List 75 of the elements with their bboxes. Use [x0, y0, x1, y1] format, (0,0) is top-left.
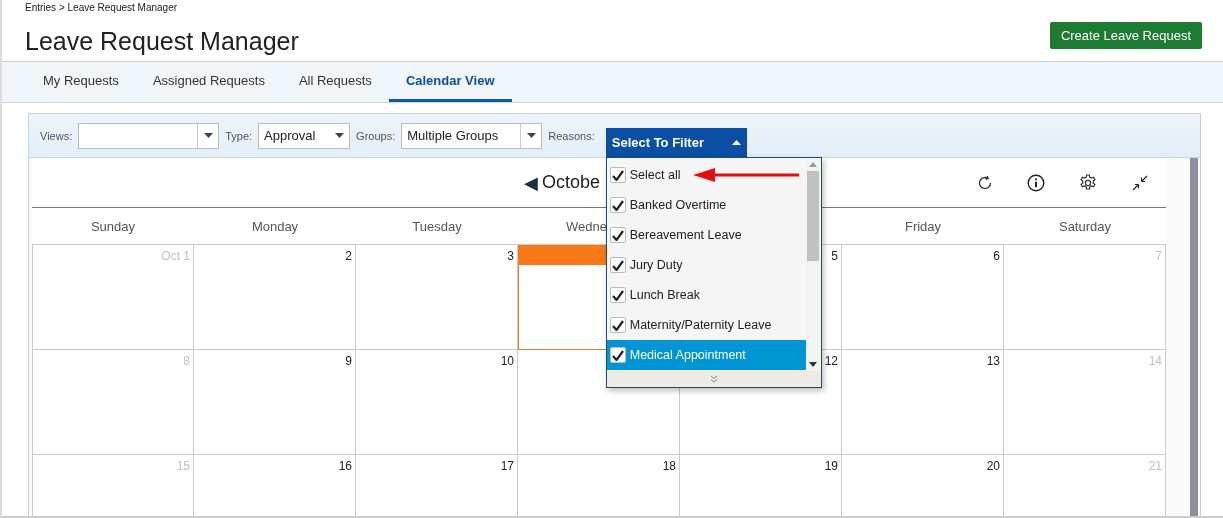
tab[interactable]: Assigned Requests: [135, 62, 282, 102]
checkbox[interactable]: [609, 167, 626, 183]
collapse-icon[interactable]: [1131, 173, 1149, 192]
weekday-label: Sunday: [90, 218, 136, 234]
filter-label: Groups:: [356, 129, 396, 142]
filter-label: Type:: [225, 129, 253, 142]
breadcrumb: Entries > Leave Request Manager: [25, 2, 179, 13]
weekday-label: Tuesday: [412, 218, 462, 234]
scroll-down-icon[interactable]: [809, 362, 818, 367]
caret-icon: [334, 133, 344, 138]
scroll-up-icon[interactable]: [809, 162, 818, 167]
day-number: 20: [986, 458, 1001, 473]
dropdown-field[interactable]: [78, 122, 220, 149]
day-number: 18: [662, 458, 677, 473]
day-number: 15: [176, 458, 191, 473]
checkbox[interactable]: [609, 197, 626, 213]
create-leave-request-button[interactable]: Create Leave Request: [1049, 22, 1202, 49]
check-icon: [611, 229, 624, 241]
day-number: 17: [500, 458, 515, 473]
checkbox[interactable]: [609, 317, 626, 333]
weekday-label: Friday: [904, 218, 942, 234]
scrollbar[interactable]: [1190, 158, 1198, 516]
checkbox[interactable]: [609, 347, 626, 363]
settings-icon[interactable]: [1079, 173, 1097, 192]
day-number: 8: [183, 353, 191, 368]
check-icon: [611, 259, 624, 271]
tab[interactable]: All Requests: [281, 62, 389, 102]
reason-option[interactable]: Jury Duty: [606, 250, 806, 280]
caret-icon: [526, 133, 536, 138]
info-icon[interactable]: [1027, 173, 1045, 192]
reason-option[interactable]: Select all: [606, 160, 806, 190]
filter-label: Reasons:: [548, 129, 595, 142]
expand-icon[interactable]: [709, 375, 718, 383]
day-number: 5: [831, 248, 839, 263]
check-icon: [611, 289, 624, 301]
day-number: 3: [507, 248, 515, 263]
dropdown-field[interactable]: Multiple Groups: [401, 122, 543, 149]
day-number: 19: [824, 458, 839, 473]
scrollbar[interactable]: [805, 158, 821, 371]
dropdown-field[interactable]: Approval: [258, 122, 351, 149]
day-number: 7: [1155, 248, 1163, 263]
day-number: 14: [1148, 353, 1163, 368]
reason-option[interactable]: Banked Overtime: [606, 190, 806, 220]
caret-icon: [203, 133, 213, 138]
day-number: 6: [993, 248, 1001, 263]
check-icon: [611, 319, 624, 331]
weekday-label: Saturday: [1058, 218, 1111, 234]
day-number: 10: [500, 353, 515, 368]
reason-option[interactable]: Lunch Break: [606, 280, 806, 310]
weekday-label: Monday: [251, 218, 299, 234]
refresh-icon[interactable]: [977, 174, 993, 191]
checkbox[interactable]: [609, 227, 626, 243]
check-icon: [611, 349, 624, 361]
checkbox[interactable]: [609, 287, 626, 303]
day-number: 21: [1148, 458, 1163, 473]
day-number: 13: [986, 353, 1001, 368]
filter-label: Views:: [40, 129, 73, 142]
reason-option[interactable]: Maternity/Paternity Leave: [606, 310, 806, 340]
page-title: Leave Request Manager: [25, 27, 299, 56]
day-number: 9: [345, 353, 353, 368]
day-number: 16: [338, 458, 353, 473]
month-title: Octobe: [542, 171, 601, 194]
tab[interactable]: My Requests: [26, 62, 136, 102]
reason-option[interactable]: Bereavement Leave: [606, 220, 806, 250]
weekday-label: Wedne: [566, 218, 607, 234]
previous-month-button[interactable]: ◀: [524, 171, 538, 194]
caret-icon: [731, 140, 741, 145]
checkbox[interactable]: [609, 257, 626, 273]
day-number: 2: [345, 248, 353, 263]
day-number: 12: [824, 353, 839, 368]
reasons-filter-button[interactable]: Select To Filter: [605, 128, 747, 157]
tab[interactable]: Calendar View: [388, 62, 512, 102]
check-icon: [611, 199, 624, 211]
check-icon: [611, 169, 624, 181]
day-number: Oct 1: [161, 248, 191, 263]
